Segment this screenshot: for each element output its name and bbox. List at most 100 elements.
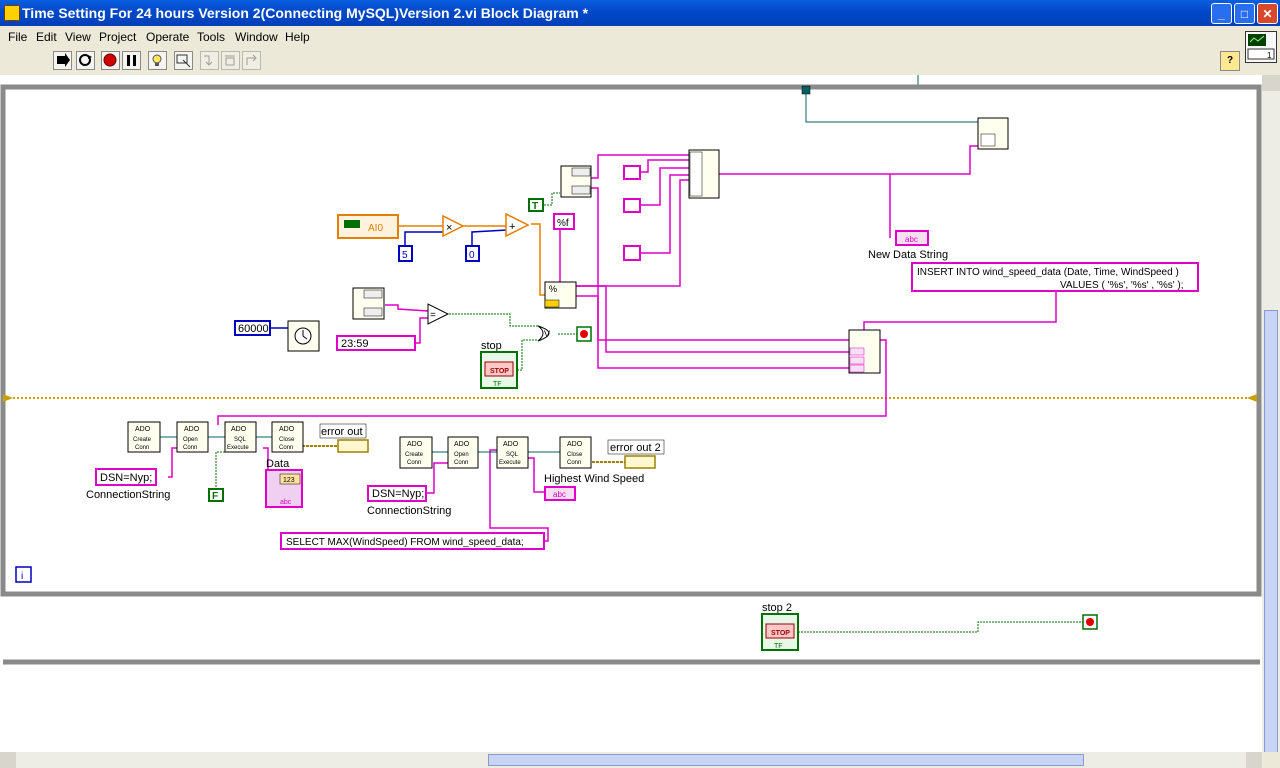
menu-tools[interactable]: Tools (197, 30, 225, 44)
concatenate-strings-node[interactable] (688, 149, 720, 199)
svg-text:TF: TF (774, 643, 783, 650)
wait-ms-node[interactable] (287, 320, 320, 352)
ado-close-conn-1[interactable]: ADO Close Conn (271, 421, 304, 453)
svg-text:abc: abc (905, 235, 918, 244)
lightbulb-icon (152, 54, 162, 66)
menu-project[interactable]: Project (99, 30, 136, 44)
context-help-button[interactable]: ? (1220, 51, 1240, 71)
svg-text:Conn: Conn (407, 460, 421, 466)
svg-text:T: T (532, 201, 538, 212)
menu-edit[interactable]: Edit (36, 30, 57, 44)
svg-text:ADO: ADO (407, 441, 423, 448)
write-to-text-file-node[interactable] (977, 117, 1009, 150)
daq-assistant-node[interactable]: AI0 (337, 214, 399, 239)
minimize-button[interactable]: _ (1211, 3, 1232, 24)
ado-open-conn-1[interactable]: ADO Open Conn (176, 421, 209, 453)
svg-text:Open: Open (183, 437, 198, 443)
format-into-string-node-2[interactable] (848, 329, 881, 374)
run-continuously-icon (79, 54, 92, 66)
string-constant-3[interactable] (623, 245, 641, 261)
ado-open-conn-2[interactable]: ADO Open Conn (447, 436, 479, 469)
step-over-button[interactable] (221, 51, 240, 70)
svg-text:+: + (509, 221, 515, 233)
probe-icon (176, 54, 191, 68)
svg-text:Close: Close (567, 452, 583, 458)
svg-text:STOP: STOP (490, 368, 509, 375)
ado-sql-execute-2[interactable]: ADO SQL Execute (496, 436, 529, 469)
block-diagram-canvas[interactable]: AI0 × + 5 0 T %f % abc New Data String I… (0, 75, 1262, 752)
scroll-left-button[interactable] (0, 752, 16, 768)
svg-text:Open: Open (454, 452, 469, 458)
iteration-terminal[interactable] (15, 566, 32, 583)
ai0-constant: AI0 (368, 223, 383, 234)
svg-text:Conn: Conn (135, 445, 149, 451)
scroll-up-button[interactable] (1262, 75, 1280, 91)
ado-create-conn-2[interactable]: ADO Create Conn (399, 436, 433, 469)
get-date-time-string-node[interactable] (560, 165, 592, 198)
svg-text:ADO: ADO (503, 441, 519, 448)
run-button[interactable] (53, 51, 72, 70)
abort-button[interactable] (101, 51, 120, 70)
vertical-scroll-thumb[interactable] (1264, 310, 1278, 760)
maximize-button[interactable]: □ (1234, 3, 1255, 24)
new-data-string-label: New Data String (868, 249, 948, 261)
svg-text:ADO: ADO (135, 426, 151, 433)
stop-2-label: stop 2 (762, 602, 792, 614)
menu-file[interactable]: File (8, 30, 27, 44)
vi-icon[interactable]: 1 (1245, 31, 1277, 63)
highest-wind-speed-label: Highest Wind Speed (544, 473, 644, 485)
ado-sql-execute-1[interactable]: ADO SQL Execute (224, 421, 257, 453)
menu-help[interactable]: Help (285, 30, 310, 44)
error-out-indicator[interactable] (337, 439, 369, 453)
string-constant-1[interactable] (623, 165, 641, 180)
data-indicator[interactable]: 123 abc (265, 469, 303, 508)
svg-text:F: F (212, 491, 218, 502)
error-out-label: error out (321, 426, 363, 438)
horizontal-scroll-thumb[interactable] (488, 754, 1084, 766)
svg-text:ADO: ADO (231, 426, 247, 433)
insert-sql-line2: VALUES ( '%s', '%s' , '%s' ); (1060, 280, 1184, 291)
vertical-scrollbar[interactable] (1262, 75, 1280, 760)
vi-graph-icon: 1 (1247, 34, 1275, 60)
svg-text:%: % (549, 284, 557, 294)
stop-2-button-terminal[interactable]: STOP TF (761, 613, 799, 651)
error-out-2-indicator[interactable] (624, 455, 656, 469)
string-constant-2[interactable] (623, 198, 641, 213)
pause-button[interactable] (122, 51, 141, 70)
horizontal-scrollbar[interactable] (0, 752, 1262, 768)
svg-text:ADO: ADO (279, 426, 295, 433)
svg-text:i: i (21, 571, 23, 582)
ado-create-conn-1[interactable]: ADO Create Conn (127, 421, 161, 453)
svg-text:×: × (446, 222, 452, 234)
menu-window[interactable]: Window (235, 30, 278, 44)
svg-text:Execute: Execute (227, 445, 249, 451)
menu-view[interactable]: View (65, 30, 91, 44)
pause-icon (127, 55, 136, 66)
format-into-string-node-1[interactable]: % (544, 281, 577, 309)
stop-button-terminal[interactable]: STOP TF (480, 351, 518, 389)
run-continuously-button[interactable] (76, 51, 95, 70)
step-into-icon (204, 55, 213, 66)
scroll-right-button[interactable] (1246, 752, 1262, 768)
svg-text:ADO: ADO (567, 441, 583, 448)
svg-text:DSN=Nyp;: DSN=Nyp; (100, 472, 152, 484)
menu-operate[interactable]: Operate (146, 30, 189, 44)
block-diagram: AI0 × + 5 0 T %f % abc New Data String I… (0, 75, 1262, 665)
step-out-button[interactable] (242, 51, 261, 70)
retain-wire-values-button[interactable] (174, 51, 193, 70)
svg-text:DSN=Nyp;: DSN=Nyp; (372, 488, 424, 500)
menu-bar: File Edit View Project Operate Tools Win… (0, 26, 1280, 47)
close-button[interactable]: ✕ (1257, 3, 1278, 24)
highlight-execution-button[interactable] (148, 51, 167, 70)
error-out-2-label: error out 2 (610, 442, 661, 454)
labview-app-icon (4, 5, 20, 21)
step-into-button[interactable] (200, 51, 219, 70)
abort-icon (103, 53, 117, 67)
svg-text:Conn: Conn (567, 460, 581, 466)
svg-text:abc: abc (280, 499, 292, 506)
get-date-time-string-node-2[interactable] (352, 287, 385, 320)
svg-text:abc: abc (553, 490, 566, 499)
svg-text:123: 123 (283, 477, 295, 484)
ado-close-conn-2[interactable]: ADO Close Conn (559, 436, 592, 469)
svg-text:5: 5 (402, 250, 408, 261)
